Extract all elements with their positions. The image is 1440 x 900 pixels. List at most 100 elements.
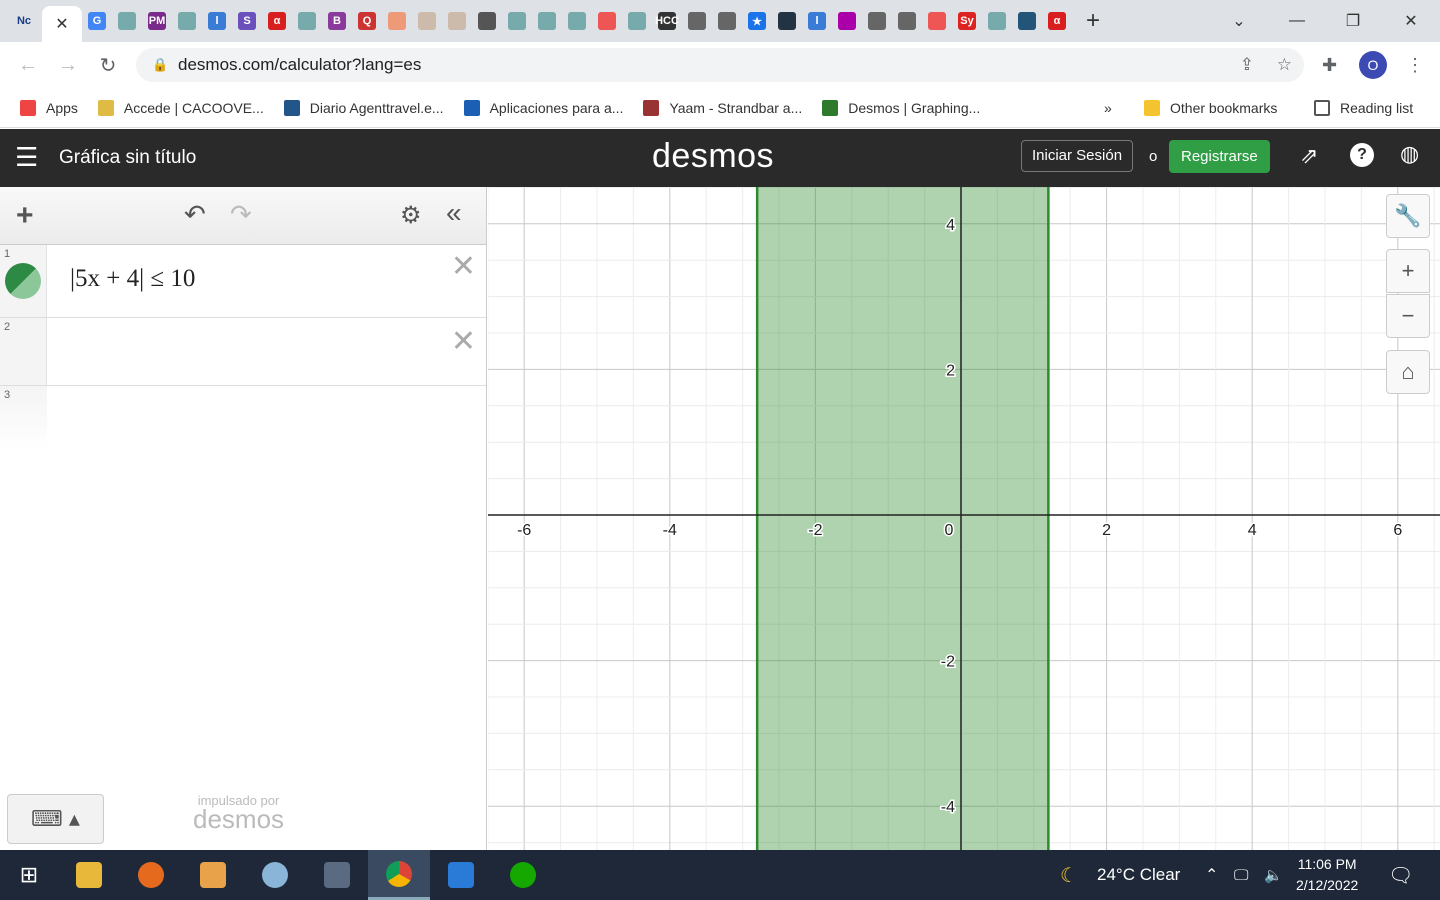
other-bookmarks[interactable]: Other bookmarks — [1144, 99, 1277, 116]
zoom-out-button[interactable]: − — [1386, 294, 1430, 338]
tab-favicon[interactable] — [928, 12, 946, 30]
volume-icon[interactable]: 🔈 — [1264, 866, 1283, 884]
tab-favicon[interactable]: Sy — [958, 12, 976, 30]
tab-favicon[interactable]: HCC — [655, 12, 679, 30]
share-icon[interactable]: ⇪ — [1240, 55, 1254, 75]
undo-icon[interactable]: ↶ — [184, 199, 206, 230]
graph-title[interactable]: Gráfica sin título — [59, 147, 196, 169]
tab-favicon[interactable]: PM — [148, 12, 166, 30]
close-window-icon[interactable]: ✕ — [1388, 0, 1434, 42]
taskbar-calculator[interactable] — [306, 850, 368, 900]
bookmark-item[interactable]: Diario Agenttravel.e... — [283, 99, 444, 116]
tab-favicon[interactable] — [1018, 12, 1036, 30]
tab-favicon[interactable] — [478, 12, 496, 30]
tab-favicon[interactable] — [568, 12, 586, 30]
menu-icon[interactable]: ⋮ — [1406, 55, 1424, 76]
tab-favicon[interactable] — [988, 12, 1006, 30]
taskbar-firefox[interactable] — [120, 850, 182, 900]
taskbar-app[interactable] — [430, 850, 492, 900]
tab-favicon[interactable] — [898, 12, 916, 30]
minimize-icon[interactable]: — — [1274, 0, 1320, 42]
tab-favicon[interactable]: α — [1048, 12, 1066, 30]
delete-expression-icon[interactable]: ✕ — [451, 249, 476, 284]
tab-favicon[interactable]: α — [268, 12, 286, 30]
show-hidden-icons[interactable]: ⌃ — [1205, 865, 1218, 885]
expression-row[interactable]: 2 ✕ — [0, 318, 486, 386]
tab-favicon[interactable] — [688, 12, 706, 30]
delete-expression-icon[interactable]: ✕ — [451, 324, 476, 359]
tab-favicon[interactable] — [718, 12, 736, 30]
collapse-panel-icon[interactable]: « — [446, 197, 462, 229]
new-tab-icon[interactable]: + — [1086, 7, 1100, 35]
expression-input[interactable]: |5x + 4| ≤ 10 — [70, 265, 195, 293]
taskbar-paint[interactable] — [244, 850, 306, 900]
keyboard-toggle-button[interactable]: ⌨ ▴ — [7, 794, 104, 844]
star-icon[interactable]: ☆ — [1277, 55, 1292, 75]
language-globe-icon[interactable]: ◍ — [1400, 141, 1419, 167]
redo-icon[interactable]: ↷ — [230, 199, 252, 230]
color-toggle-icon[interactable] — [5, 263, 41, 299]
hamburger-icon[interactable]: ☰ — [15, 144, 38, 170]
weather-text[interactable]: 24°C Clear — [1097, 865, 1180, 885]
taskbar-file-explorer[interactable] — [58, 850, 120, 900]
close-icon[interactable]: ✕ — [55, 14, 68, 34]
profile-avatar[interactable]: O — [1359, 51, 1387, 79]
taskbar-chrome[interactable] — [368, 850, 430, 900]
settings-gear-icon[interactable]: ⚙ — [400, 201, 422, 230]
graph-canvas[interactable]: -6 -4 -2 0 2 4 6 -4 -2 2 4 🔧 + − ⌂ — [450, 4, 1440, 880]
bookmark-item[interactable]: Accede | CACOOVE... — [97, 99, 264, 116]
tab-favicon[interactable] — [628, 12, 646, 30]
tab-favicon[interactable]: S — [238, 12, 256, 30]
forward-icon[interactable]: → — [48, 54, 88, 77]
tab-favicon[interactable] — [118, 12, 136, 30]
more-bookmarks[interactable]: » — [1104, 100, 1112, 116]
tab-favicon[interactable]: G — [88, 12, 106, 30]
tab-search-icon[interactable]: ⌄ — [1216, 0, 1262, 42]
tab-favicon[interactable] — [298, 12, 316, 30]
tab-favicon[interactable] — [508, 12, 526, 30]
add-item-icon[interactable]: + — [16, 199, 34, 233]
taskbar-upwork[interactable] — [492, 850, 554, 900]
tab-favicon[interactable]: l — [208, 12, 226, 30]
tab-favicon[interactable]: B — [328, 12, 346, 30]
url-input[interactable]: 🔒 desmos.com/calculator?lang=es ⇪ ☆ — [136, 48, 1304, 82]
reload-icon[interactable]: ↻ — [88, 53, 128, 78]
taskbar-media[interactable] — [182, 850, 244, 900]
tab-favicon[interactable]: Nc — [12, 12, 36, 30]
graph-settings-wrench-icon[interactable]: 🔧 — [1386, 194, 1430, 238]
help-icon[interactable]: ? — [1350, 143, 1374, 167]
bookmark-item[interactable]: Apps — [20, 99, 78, 116]
tab-favicon[interactable] — [778, 12, 796, 30]
restore-icon[interactable]: ❐ — [1330, 0, 1376, 42]
home-zoom-button[interactable]: ⌂ — [1386, 350, 1430, 394]
expression-row[interactable]: 1 |5x + 4| ≤ 10 ✕ — [0, 245, 486, 318]
tab-favicon[interactable]: Q — [358, 12, 376, 30]
zoom-in-button[interactable]: + — [1386, 249, 1430, 293]
tab-favicon[interactable] — [598, 12, 616, 30]
active-tab[interactable]: ✕ — [42, 6, 82, 42]
tab-favicon[interactable]: l — [808, 12, 826, 30]
expression-row[interactable]: 3 — [0, 386, 486, 451]
back-icon[interactable]: ← — [8, 54, 48, 77]
tab-favicon[interactable] — [838, 12, 856, 30]
start-windows-icon[interactable]: ⊞ — [0, 850, 58, 900]
tab-favicon[interactable] — [868, 12, 886, 30]
reading-list[interactable]: Reading list — [1314, 99, 1413, 116]
notifications-icon[interactable]: 🗨 — [1388, 863, 1413, 888]
login-button[interactable]: Iniciar Sesión — [1021, 140, 1134, 172]
register-button[interactable]: Registrarse — [1169, 140, 1270, 173]
tab-favicon[interactable] — [388, 12, 406, 30]
tab-favicon[interactable] — [418, 12, 436, 30]
tab-favicon[interactable] — [178, 12, 196, 30]
extensions-icon[interactable]: ✚ — [1322, 55, 1337, 76]
graph-svg[interactable]: -6 -4 -2 0 2 4 6 -4 -2 2 4 — [450, 4, 1440, 880]
network-icon[interactable]: 🖵 — [1234, 867, 1248, 884]
share-graph-icon[interactable]: ⇗ — [1300, 143, 1318, 169]
clock[interactable]: 11:06 PM 2/12/2022 — [1296, 854, 1358, 896]
tab-favicon[interactable] — [538, 12, 556, 30]
tab-favicon[interactable] — [448, 12, 466, 30]
bookmark-item[interactable]: Desmos | Graphing... — [822, 99, 980, 116]
bookmark-item[interactable]: Aplicaciones para a... — [463, 99, 623, 116]
bookmark-item[interactable]: Yaam - Strandbar a... — [643, 99, 802, 116]
tab-favicon[interactable]: ★ — [748, 12, 766, 30]
